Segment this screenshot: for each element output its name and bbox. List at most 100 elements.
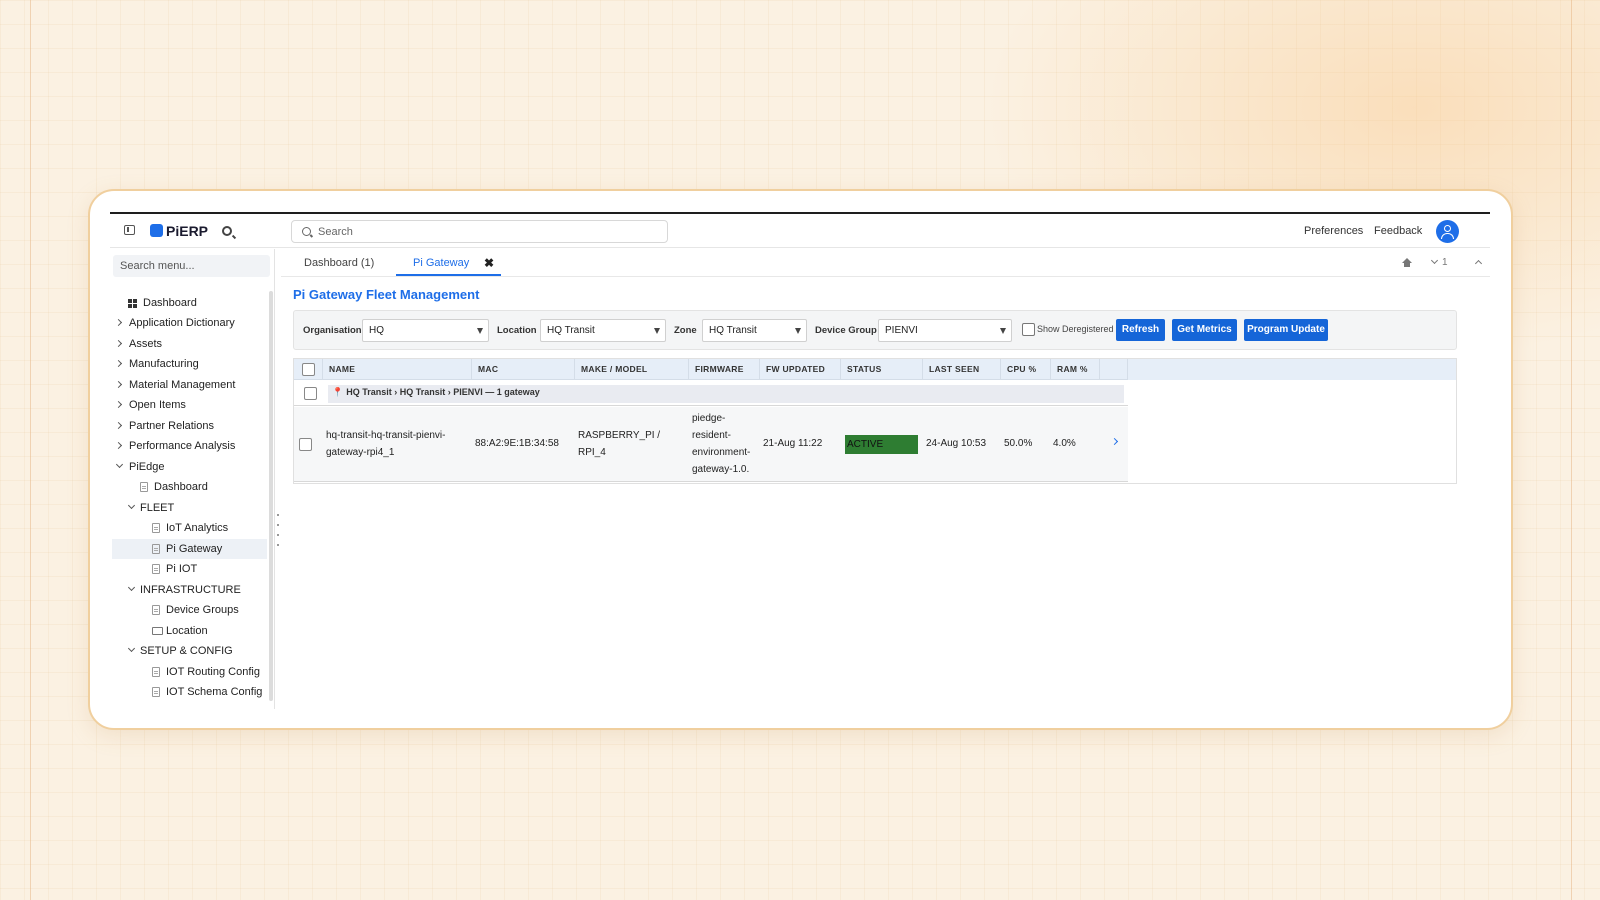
sidebar-item-assets[interactable]: Assets: [114, 334, 163, 354]
sidebar-item-fleet[interactable]: FLEET: [127, 498, 175, 518]
home-icon[interactable]: [1402, 258, 1412, 267]
main-content: Dashboard (1) Pi Gateway ✖ 1 Pi Gateway …: [281, 249, 1490, 709]
menu-search-input[interactable]: [113, 255, 270, 277]
dropdown-arrow-icon: [654, 328, 660, 334]
show-deregistered-checkbox[interactable]: [1022, 323, 1035, 336]
table-header: NAME MAC MAKE / MODEL FIRMWARE FW UPDATE…: [294, 359, 1128, 380]
sidebar-item-iot-schema-config[interactable]: IOT Schema Config: [152, 682, 262, 702]
select-all-checkbox[interactable]: [302, 363, 315, 376]
zone-select[interactable]: HQ Transit: [702, 319, 807, 342]
row-checkbox[interactable]: [299, 438, 312, 451]
sidebar-item-pi-iot[interactable]: Pi IOT: [152, 559, 197, 579]
background-line: [30, 0, 31, 900]
sidebar-resize-handle[interactable]: [277, 514, 280, 569]
location-select[interactable]: HQ Transit: [540, 319, 666, 342]
device-group-label: Device Group: [815, 325, 877, 336]
column-header-cpu[interactable]: CPU %: [1000, 359, 1050, 380]
organisation-select[interactable]: HQ: [362, 319, 489, 342]
group-label: 📍 HQ Transit › HQ Transit › PIENVI — 1 ga…: [332, 387, 540, 398]
group-text: HQ Transit › HQ Transit › PIENVI — 1 gat…: [346, 387, 540, 397]
table-row[interactable]: hq-transit-hq-transit-pienvi- gateway-rp…: [294, 407, 1128, 482]
row-expand-chevron-icon[interactable]: [1110, 437, 1119, 446]
sidebar-item-material-management[interactable]: Material Management: [114, 375, 236, 395]
column-header-ram[interactable]: RAM %: [1050, 359, 1099, 380]
global-search-input[interactable]: [318, 224, 648, 240]
collapse-up-icon[interactable]: [1474, 259, 1483, 268]
cell-name-line: gateway-rpi4_1: [326, 447, 395, 458]
table-group-row[interactable]: 📍 HQ Transit › HQ Transit › PIENVI — 1 ga…: [294, 382, 1128, 406]
document-icon: [152, 544, 160, 554]
sidebar-item-location[interactable]: Location: [152, 621, 208, 641]
sidebar-item-device-groups[interactable]: Device Groups: [152, 600, 239, 620]
column-header-make-model[interactable]: MAKE / MODEL: [574, 359, 688, 380]
chevron-down-icon[interactable]: [1430, 256, 1439, 265]
column-header-firmware[interactable]: FIRMWARE: [688, 359, 759, 380]
tab-bar: Dashboard (1) Pi Gateway ✖ 1: [281, 249, 1490, 277]
device-group-select[interactable]: PIENVI: [878, 319, 1012, 342]
tab-actions: 1: [1400, 256, 1490, 271]
cell-cpu: 50.0%: [1004, 438, 1033, 449]
dropdown-arrow-icon: [477, 328, 483, 334]
sidebar-item-label: Application Dictionary: [129, 317, 235, 329]
column-header-name[interactable]: NAME: [322, 359, 471, 380]
cell-mac: 88:A2:9E:1B:34:58: [475, 438, 559, 449]
sidebar-item-performance-analysis[interactable]: Performance Analysis: [114, 436, 235, 456]
cell-model-line: RASPBERRY_PI /: [578, 430, 661, 441]
column-header-status[interactable]: STATUS: [840, 359, 922, 380]
cell-make-model: RASPBERRY_PI / RPI_4: [578, 427, 660, 461]
global-search[interactable]: [291, 220, 668, 243]
search-icon[interactable]: [222, 226, 232, 236]
sidebar-item-partner-relations[interactable]: Partner Relations: [114, 416, 214, 436]
dropdown-arrow-icon: [795, 328, 801, 334]
cell-name: hq-transit-hq-transit-pienvi- gateway-rp…: [326, 427, 446, 461]
screenshot-frame: PiERP Preferences Feedback Dashboard A: [88, 189, 1513, 730]
cell-last-seen: 24-Aug 10:53: [926, 438, 987, 449]
user-icon: [1444, 225, 1451, 232]
sidebar-item-label: INFRASTRUCTURE: [140, 584, 241, 596]
device-group-value: PIENVI: [885, 325, 918, 336]
sidebar-item-piedge[interactable]: PiEdge: [115, 457, 164, 477]
organisation-value: HQ: [369, 325, 384, 336]
sidebar-item-label: Assets: [129, 338, 163, 350]
sidebar-item-dashboard[interactable]: Dashboard: [128, 293, 197, 313]
sidebar-item-setup-config[interactable]: SETUP & CONFIG: [127, 641, 233, 661]
sidebar-item-iot-routing-config[interactable]: IOT Routing Config: [152, 662, 260, 682]
sidebar-item-manufacturing[interactable]: Manufacturing: [114, 354, 199, 374]
sidebar-item-piedge-dashboard[interactable]: Dashboard: [140, 477, 208, 497]
feedback-link[interactable]: Feedback: [1374, 225, 1422, 237]
sidebar-toggle-icon[interactable]: [124, 225, 135, 235]
group-checkbox[interactable]: [304, 387, 317, 400]
sidebar-item-application-dictionary[interactable]: Application Dictionary: [114, 313, 235, 333]
logo-icon: [150, 224, 163, 237]
zone-label: Zone: [674, 325, 697, 336]
cell-firmware-line: environment-: [692, 447, 751, 458]
app-logo[interactable]: PiERP: [166, 223, 208, 239]
sidebar-item-label: FLEET: [140, 502, 175, 514]
sidebar-item-label: Manufacturing: [129, 358, 199, 370]
column-header-mac[interactable]: MAC: [471, 359, 574, 380]
column-header-last-seen[interactable]: LAST SEEN: [922, 359, 1000, 380]
preferences-link[interactable]: Preferences: [1304, 225, 1363, 237]
background-line: [1571, 0, 1572, 900]
tab-dashboard[interactable]: Dashboard (1): [304, 257, 374, 269]
document-icon: [152, 564, 160, 574]
refresh-button[interactable]: Refresh: [1116, 319, 1165, 341]
sidebar-item-iot-analytics[interactable]: IoT Analytics: [152, 518, 228, 538]
gateway-table: NAME MAC MAKE / MODEL FIRMWARE FW UPDATE…: [293, 358, 1457, 484]
column-header-fw-updated[interactable]: FW UPDATED: [759, 359, 840, 380]
sidebar-item-infrastructure[interactable]: INFRASTRUCTURE: [127, 580, 241, 600]
get-metrics-button[interactable]: Get Metrics: [1172, 319, 1237, 341]
user-avatar[interactable]: [1436, 220, 1459, 243]
sidebar-item-open-items[interactable]: Open Items: [114, 395, 186, 415]
window-icon: [152, 627, 163, 635]
sidebar-scrollbar[interactable]: [269, 291, 273, 701]
version-number: 1: [1442, 257, 1448, 268]
active-tab-indicator: [396, 274, 501, 276]
program-update-button[interactable]: Program Update: [1244, 319, 1328, 341]
sidebar-item-label: Material Management: [129, 379, 236, 391]
sidebar-item-label: Open Items: [129, 399, 186, 411]
tab-pi-gateway[interactable]: Pi Gateway: [413, 257, 469, 269]
show-deregistered-label: Show Deregistered: [1037, 324, 1114, 334]
sidebar-item-pi-gateway[interactable]: Pi Gateway: [112, 539, 267, 559]
close-tab-icon[interactable]: ✖: [484, 256, 494, 270]
